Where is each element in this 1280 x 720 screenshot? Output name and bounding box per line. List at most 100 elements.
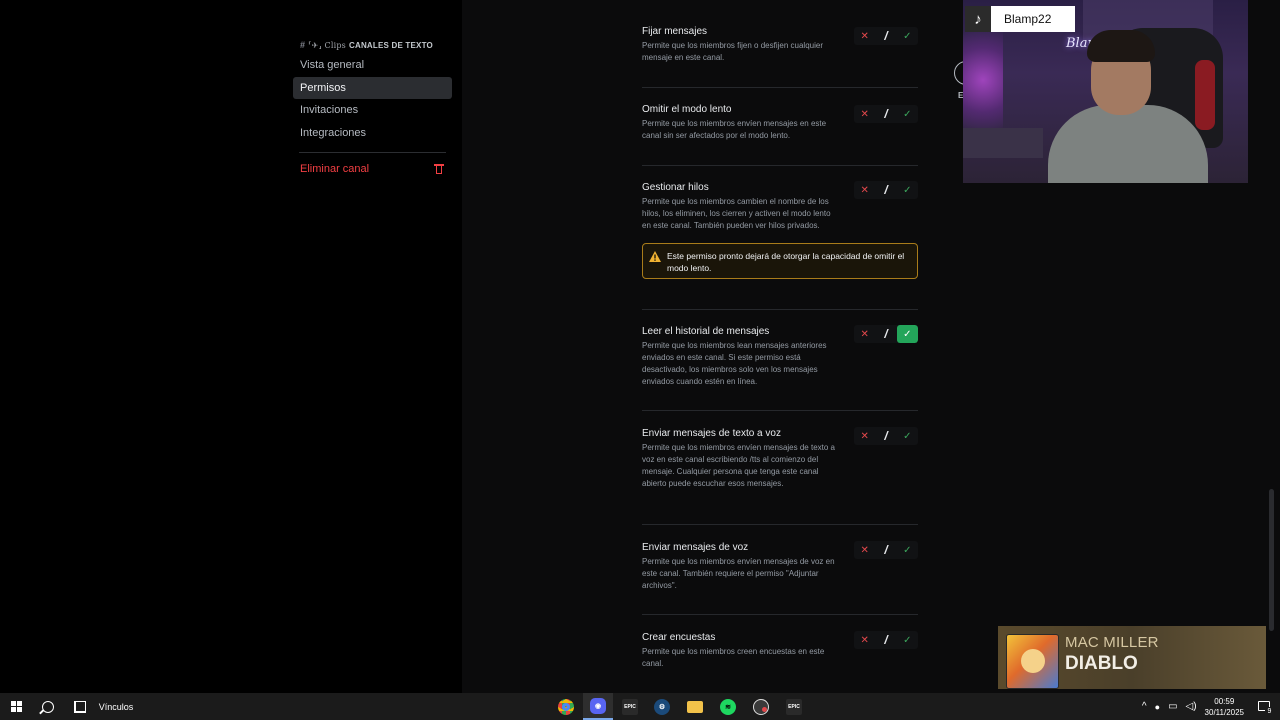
permission-description: Permite que los miembros creen encuestas… [642, 647, 825, 668]
permission-description: Permite que los miembros fijen o desfije… [642, 41, 823, 62]
screen: # ⸢✈︎⸥ Clips CANALES DE TEXTO Vista gene… [0, 0, 1280, 720]
permission-toggle: ✕ / ✓ [854, 325, 918, 343]
taskbar-app-obs[interactable] [746, 693, 776, 720]
warning-text: Este permiso pronto dejará de otorgar la… [667, 251, 905, 273]
scrollbar[interactable] [1269, 0, 1274, 693]
allow-button[interactable]: ✓ [897, 105, 918, 123]
allow-button[interactable]: ✓ [897, 631, 918, 649]
tiktok-badge: ♪ Blamp22 [965, 6, 1075, 32]
tray-chevron-icon[interactable]: ^ [1142, 701, 1147, 712]
permission-description: Permite que los miembros cambien el nomb… [642, 197, 831, 230]
clock[interactable]: 00:59 30/11/2025 [1205, 696, 1244, 718]
taskbar-app-steam[interactable]: ⚙ [647, 693, 677, 720]
trash-icon [434, 163, 444, 175]
taskbar-app-file-explorer[interactable] [680, 693, 710, 720]
steam-icon: ⚙ [654, 698, 670, 715]
permission-row: Fijar mensajes Permite que los miembros … [642, 25, 918, 88]
permission-toggle: ✕ / ✓ [854, 27, 918, 45]
permission-row: Crear encuestas Permite que los miembros… [642, 631, 918, 693]
taskbar-app-spotify[interactable]: ≋ [713, 693, 743, 720]
task-view-icon [74, 700, 86, 713]
taskbar-app-epic-games[interactable]: EPIC [615, 693, 645, 720]
windows-icon [10, 701, 22, 712]
category-label: CANALES DE TEXTO [348, 40, 433, 50]
inherit-button[interactable]: / [875, 27, 896, 45]
spotify-icon: ≋ [720, 698, 736, 715]
permission-row: Gestionar hilos Permite que los miembros… [642, 181, 918, 310]
network-icon[interactable]: ▭ [1168, 701, 1177, 712]
sidebar-item-invites[interactable]: Invitaciones [293, 99, 452, 121]
deny-button[interactable]: ✕ [854, 427, 875, 445]
chrome-icon [558, 698, 574, 715]
inherit-button[interactable]: / [875, 541, 896, 559]
sidebar-item-integrations[interactable]: Integraciones [293, 122, 452, 144]
settings-sidebar: # ⸢✈︎⸥ Clips CANALES DE TEXTO Vista gene… [0, 0, 462, 693]
inherit-button[interactable]: / [875, 181, 896, 199]
microphone-icon[interactable]: ● [1155, 702, 1160, 712]
deny-button[interactable]: ✕ [854, 631, 875, 649]
now-playing-widget: MAC MILLER DIABLO [998, 626, 1266, 689]
inherit-button[interactable]: / [875, 427, 896, 445]
deny-button[interactable]: ✕ [854, 541, 875, 559]
sidebar-divider [299, 151, 446, 153]
taskbar-app-discord[interactable]: ◉ [583, 693, 613, 720]
clock-date: 30/11/2025 [1204, 707, 1244, 717]
deny-button[interactable]: ✕ [854, 325, 875, 343]
allow-button[interactable]: ✓ [896, 325, 918, 343]
permission-description: Permite que los miembros envíen mensajes… [642, 557, 835, 590]
sidebar-item-permissions[interactable]: Permisos [293, 76, 452, 99]
permission-description: Permite que los miembros envíen mensajes… [642, 119, 827, 140]
deny-button[interactable]: ✕ [854, 181, 875, 199]
sidebar-item-overview[interactable]: Vista general [293, 54, 452, 76]
permission-toggle: ✕ / ✓ [854, 541, 918, 559]
taskbar: Vínculos ◉ EPIC ⚙ ≋ EPIC ^ ● ▭ ◁) 00:59 … [0, 693, 1280, 720]
discord-icon: ◉ [590, 697, 606, 714]
inherit-button[interactable]: / [875, 631, 896, 649]
permission-row: Enviar mensajes de voz Permite que los m… [642, 541, 918, 615]
channel-name: ⸢✈︎⸥ Clips [308, 40, 346, 50]
notification-button[interactable]: 9 [1258, 700, 1274, 716]
allow-button[interactable]: ✓ [897, 427, 918, 445]
epic-games-icon: EPIC [622, 698, 638, 715]
permission-toggle: ✕ / ✓ [854, 181, 918, 199]
search-button[interactable] [34, 693, 62, 720]
volume-icon[interactable]: ◁) [1186, 701, 1197, 712]
inherit-button[interactable]: / [875, 325, 896, 343]
warning-icon [649, 251, 661, 262]
album-art [1006, 634, 1059, 689]
links-toolbar[interactable]: Vínculos [96, 693, 136, 720]
now-playing-song: DIABLO [1065, 653, 1138, 674]
allow-button[interactable]: ✓ [897, 181, 918, 199]
taskbar-app-chrome[interactable] [551, 693, 581, 720]
notification-count: 9 [1265, 706, 1274, 716]
clock-time: 00:59 [1214, 696, 1235, 706]
permission-row: Enviar mensajes de texto a voz Permite q… [642, 427, 918, 525]
folder-icon [687, 700, 703, 713]
permission-description: Permite que los miembros envíen mensajes… [642, 443, 835, 488]
deny-button[interactable]: ✕ [854, 105, 875, 123]
scroll-thumb[interactable] [1269, 489, 1274, 631]
task-view-button[interactable] [66, 693, 94, 720]
permission-toggle: ✕ / ✓ [854, 631, 918, 649]
system-tray: ^ ● ▭ ◁) 00:59 30/11/2025 9 [1142, 693, 1280, 720]
hash-icon: # [300, 40, 306, 50]
search-icon [42, 700, 54, 713]
links-label: Vínculos [98, 701, 134, 712]
allow-button[interactable]: ✓ [897, 27, 918, 45]
permission-toggle: ✕ / ✓ [854, 427, 918, 445]
permission-row: Omitir el modo lento Permite que los mie… [642, 103, 918, 166]
delete-channel-button[interactable]: Eliminar canal [293, 158, 452, 180]
taskbar-app-epic-games-2[interactable]: EPIC [779, 693, 809, 720]
allow-button[interactable]: ✓ [897, 541, 918, 559]
permission-row: Leer el historial de mensajes Permite qu… [642, 325, 918, 411]
tiktok-icon: ♪ [965, 6, 991, 32]
tiktok-username: Blamp22 [991, 6, 1075, 32]
epic-games-icon: EPIC [786, 698, 802, 715]
permission-description: Permite que los miembros lean mensajes a… [642, 341, 827, 386]
deny-button[interactable]: ✕ [854, 27, 875, 45]
start-button[interactable] [0, 693, 32, 720]
sidebar-nav: # ⸢✈︎⸥ Clips CANALES DE TEXTO Vista gene… [293, 38, 452, 180]
permission-toggle: ✕ / ✓ [854, 105, 918, 123]
now-playing-artist: MAC MILLER [1065, 634, 1159, 651]
inherit-button[interactable]: / [875, 105, 896, 123]
